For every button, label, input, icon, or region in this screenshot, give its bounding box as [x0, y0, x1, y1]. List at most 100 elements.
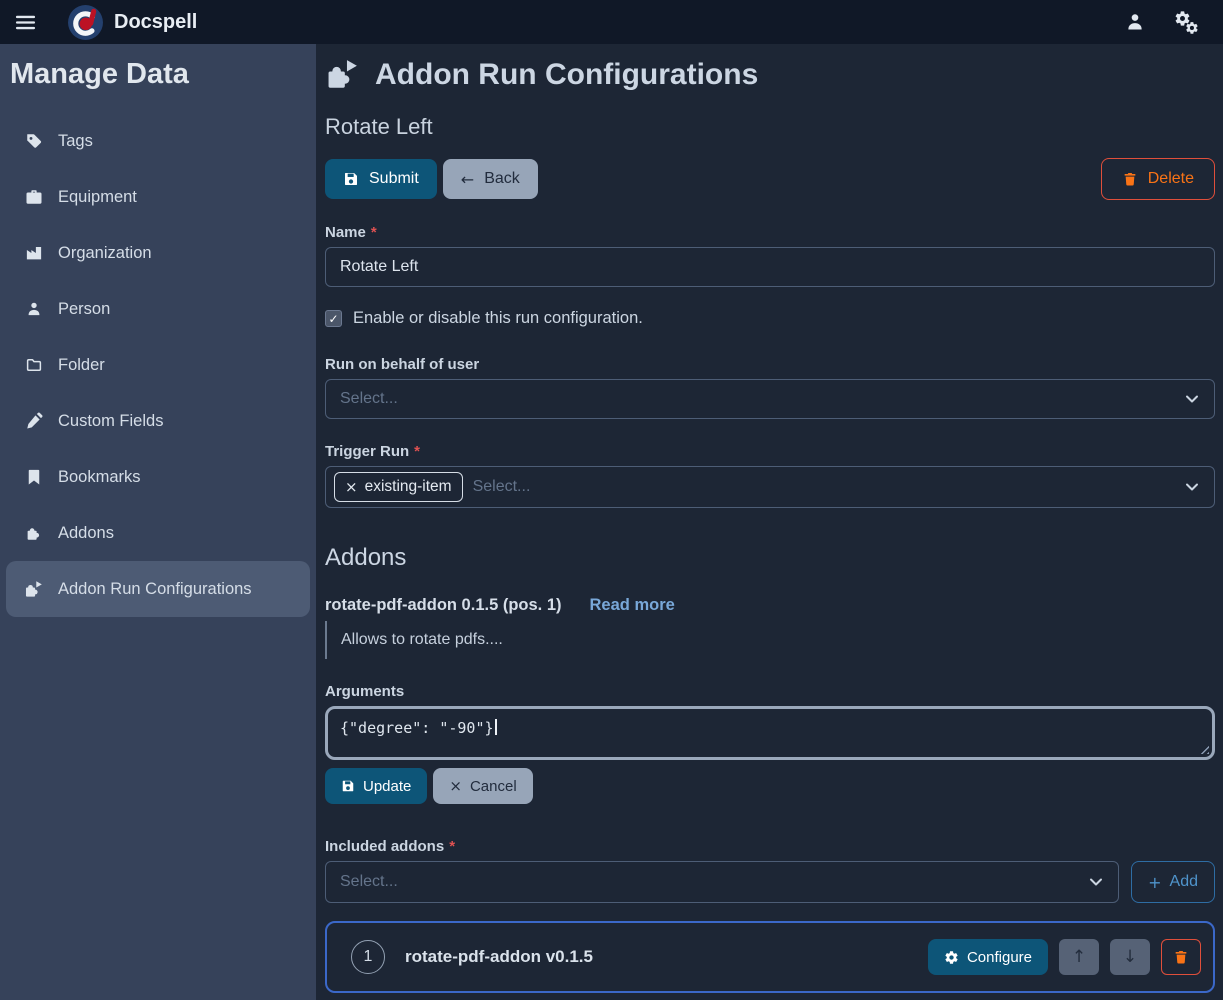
delete-button[interactable]: Delete: [1101, 158, 1215, 200]
page-title-text: Addon Run Configurations: [375, 58, 758, 92]
addon-name: rotate-pdf-addon 0.1.5 (pos. 1): [325, 596, 562, 615]
arrow-down-icon: ↓: [1123, 947, 1137, 967]
app-title: Docspell: [114, 11, 197, 34]
select-placeholder: Select...: [340, 390, 398, 408]
cancel-button[interactable]: × Cancel: [433, 768, 532, 804]
enabled-checkbox[interactable]: ✓: [325, 310, 342, 327]
account-button[interactable]: [1124, 11, 1146, 33]
bookmark-icon: [24, 468, 43, 486]
close-icon: ×: [449, 777, 462, 795]
plus-icon: +: [1148, 873, 1161, 892]
chevron-down-icon: [1088, 874, 1104, 890]
factory-icon: [24, 244, 43, 262]
sidebar-item-label: Custom Fields: [58, 412, 163, 431]
sidebar-item-label: Folder: [58, 356, 105, 375]
chevron-down-icon: [1184, 391, 1200, 407]
toolbar: Submit ← Back Delete: [325, 158, 1215, 200]
position-badge: 1: [351, 940, 385, 974]
sidebar-item-addon-run-configurations[interactable]: Addon Run Configurations: [6, 561, 310, 617]
chevron-down-icon: [1184, 479, 1200, 495]
arrow-left-icon: ←: [461, 170, 474, 189]
menu-button[interactable]: [14, 11, 37, 34]
user-icon: [1124, 11, 1146, 33]
puzzle-icon: [24, 524, 43, 542]
sidebar-item-label: Person: [58, 300, 110, 319]
trigger-run-label: Trigger Run *: [325, 443, 1215, 460]
config-name-heading: Rotate Left: [325, 114, 1215, 140]
hamburger-icon: [14, 11, 37, 34]
run-on-behalf-label: Run on behalf of user: [325, 356, 1215, 373]
remove-addon-button[interactable]: [1161, 939, 1201, 975]
back-button[interactable]: ← Back: [443, 159, 538, 199]
sidebar-item-organization[interactable]: Organization: [6, 225, 310, 281]
folder-icon: [24, 356, 43, 374]
sidebar-item-label: Addon Run Configurations: [58, 580, 252, 599]
submit-button[interactable]: Submit: [325, 159, 437, 199]
configure-button[interactable]: Configure: [928, 939, 1048, 975]
configure-label: Configure: [967, 949, 1032, 966]
included-addon-title: rotate-pdf-addon v0.1.5: [405, 947, 593, 967]
select-placeholder: Select...: [340, 873, 398, 891]
included-addons-row: Select... + Add: [325, 861, 1215, 903]
arguments-value: {"degree": "-90"}: [340, 719, 494, 737]
enabled-label: Enable or disable this run configuration…: [353, 309, 643, 328]
sidebar-menu: Tags Equipment Organization Person Folde…: [6, 113, 310, 617]
addons-section-heading: Addons: [325, 544, 1215, 572]
move-down-button[interactable]: ↓: [1110, 939, 1150, 975]
update-label: Update: [363, 778, 411, 795]
included-addons-select[interactable]: Select...: [325, 861, 1119, 903]
add-label: Add: [1170, 873, 1198, 891]
enabled-checkbox-row[interactable]: ✓ Enable or disable this run configurati…: [325, 309, 1215, 328]
sidebar-item-addons[interactable]: Addons: [6, 505, 310, 561]
addon-description: Allows to rotate pdfs....: [325, 621, 1215, 659]
sidebar-item-tags[interactable]: Tags: [6, 113, 310, 169]
cogs-icon: [1174, 10, 1199, 35]
required-asterisk: *: [371, 224, 377, 241]
card-actions: Configure ↑ ↓: [928, 939, 1201, 975]
briefcase-icon: [24, 188, 43, 206]
back-label: Back: [484, 170, 520, 188]
settings-button[interactable]: [1174, 10, 1199, 35]
chip-label: existing-item: [365, 478, 452, 496]
arrow-up-icon: ↑: [1072, 947, 1086, 967]
sidebar-item-bookmarks[interactable]: Bookmarks: [6, 449, 310, 505]
app-window: Docspell Manage Data: [0, 0, 1223, 1000]
submit-label: Submit: [369, 170, 419, 188]
gear-icon: [944, 950, 959, 965]
sidebar-item-folder[interactable]: Folder: [6, 337, 310, 393]
addon-title-row: rotate-pdf-addon 0.1.5 (pos. 1) Read mor…: [325, 596, 1215, 615]
selected-trigger-chip[interactable]: × existing-item: [334, 472, 463, 502]
required-asterisk: *: [449, 838, 455, 855]
name-input[interactable]: [325, 247, 1215, 287]
sidebar-item-custom-fields[interactable]: Custom Fields: [6, 393, 310, 449]
main-content: Addon Run Configurations Rotate Left Sub…: [316, 44, 1223, 1000]
sidebar-item-label: Organization: [58, 244, 152, 263]
move-up-button[interactable]: ↑: [1059, 939, 1099, 975]
sidebar-item-label: Equipment: [58, 188, 137, 207]
read-more-link[interactable]: Read more: [590, 596, 675, 615]
tag-icon: [24, 132, 43, 150]
sidebar-title: Manage Data: [10, 58, 310, 91]
resize-handle[interactable]: [1198, 743, 1209, 754]
included-addon-card: 1 rotate-pdf-addon v0.1.5 Configure ↑ ↓: [325, 921, 1215, 993]
save-icon: [343, 171, 359, 187]
sidebar-item-label: Tags: [58, 132, 93, 151]
add-addon-button[interactable]: + Add: [1131, 861, 1215, 903]
trash-icon: [1173, 949, 1189, 965]
trigger-run-select[interactable]: × existing-item Select...: [325, 466, 1215, 508]
save-icon: [341, 779, 355, 793]
remove-chip-icon[interactable]: ×: [345, 478, 358, 496]
sidebar-item-person[interactable]: Person: [6, 281, 310, 337]
sidebar-item-equipment[interactable]: Equipment: [6, 169, 310, 225]
arguments-textarea[interactable]: {"degree": "-90"}: [325, 706, 1215, 760]
app-brand[interactable]: Docspell: [67, 4, 197, 41]
update-button[interactable]: Update: [325, 768, 427, 804]
check-icon: ✓: [328, 313, 338, 325]
docspell-logo-icon: [67, 4, 104, 41]
arguments-label: Arguments: [325, 683, 1215, 700]
cancel-label: Cancel: [470, 778, 517, 795]
top-navbar: Docspell: [0, 0, 1223, 44]
run-on-behalf-select[interactable]: Select...: [325, 379, 1215, 419]
text-cursor: [495, 719, 497, 735]
page-title: Addon Run Configurations: [325, 58, 1215, 92]
